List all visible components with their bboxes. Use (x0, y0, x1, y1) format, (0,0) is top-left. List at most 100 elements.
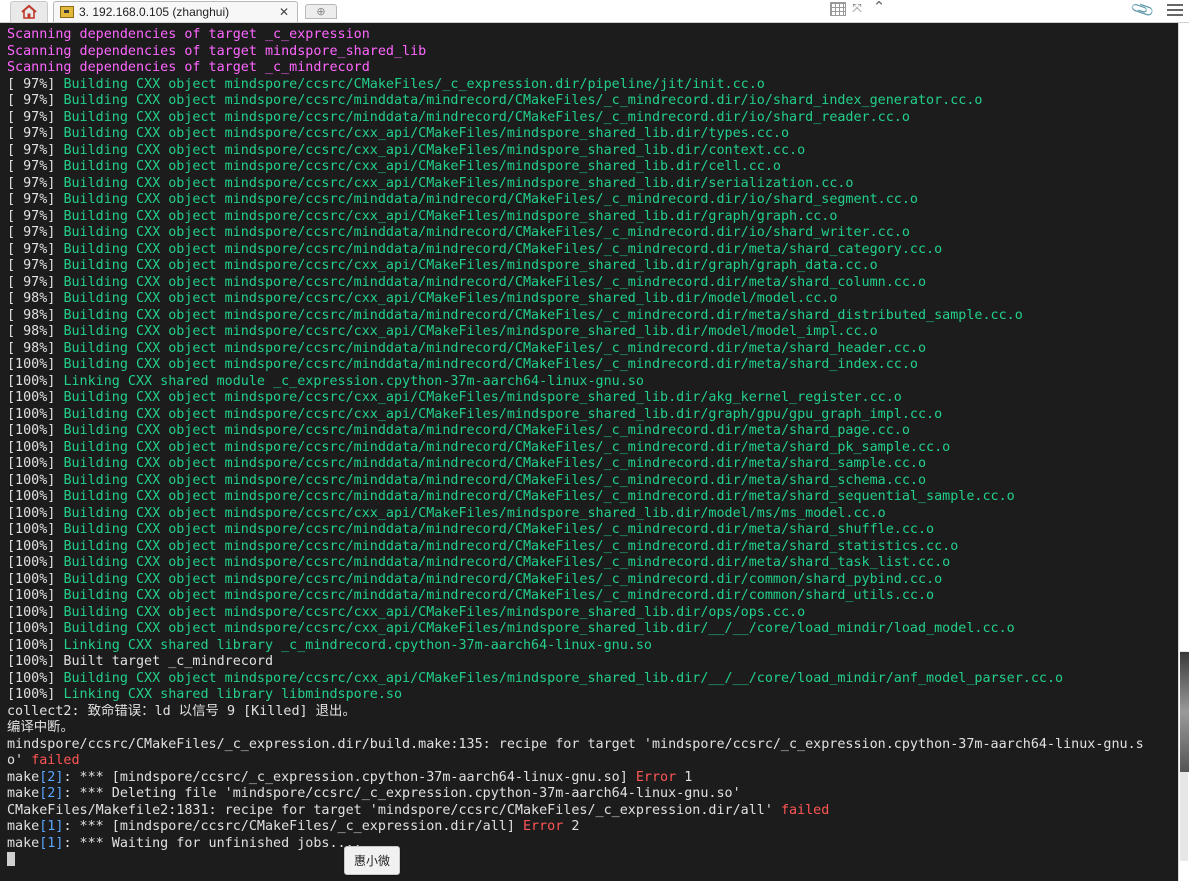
terminal-text-segment: [100%] (7, 472, 64, 488)
terminal-text-segment: [100%] (7, 357, 64, 372)
terminal-text-segment: [100%] (7, 522, 64, 537)
terminal-text-segment: Scanning dependencies of target mindspor… (7, 43, 427, 59)
terminal-text-segment: make (7, 835, 40, 851)
terminal-line: [100%] Building CXX object mindspore/ccs… (7, 423, 1178, 440)
terminal-text-segment: make (7, 769, 40, 785)
terminal-line: [ 97%] Building CXX object mindspore/ccs… (7, 209, 1178, 226)
home-icon (21, 4, 37, 19)
terminal-text-segment: [ 97%] (7, 258, 64, 273)
terminal-text-segment: : *** [mindspore/ccsrc/_c_expression.cpy… (63, 769, 636, 785)
terminal-text-segment: Building CXX object mindspore/ccsrc/mind… (63, 439, 951, 455)
terminal-text-segment: [ 97%] (7, 175, 64, 191)
terminal-text-segment: CMakeFiles/Makefile2:1831: recipe for ta… (7, 802, 781, 818)
terminal-line: Scanning dependencies of target _c_mindr… (7, 60, 1178, 77)
terminal-line: [ 97%] Building CXX object mindspore/ccs… (7, 143, 1178, 160)
terminal-text-segment: [100%] (7, 637, 64, 653)
paperclip-icon[interactable]: 📎 (1129, 0, 1156, 24)
terminal-line: [ 98%] Building CXX object mindspore/ccs… (7, 308, 1178, 325)
terminal-line: [100%] Building CXX object mindspore/ccs… (7, 506, 1178, 523)
terminal-prompt-line[interactable] (7, 852, 1178, 869)
terminal-text-segment: [ 97%] (7, 142, 64, 158)
tab-bar: 3. 192.168.0.105 (zhanghui) ✕ ⊕ ⤧ ⌃ 📎 (0, 0, 1189, 23)
terminal-text-segment: [ 97%] (7, 225, 64, 240)
terminal-text-segment: collect2: 致命错误：ld 以信号 9 [Killed] 退出。 (7, 703, 356, 719)
terminal-text-segment: : *** Waiting for unfinished jobs.... (63, 835, 362, 851)
terminal-text-segment: Building CXX object mindspore/ccsrc/mind… (63, 423, 910, 438)
terminal-text-segment: Linking CXX shared library libmindspore.… (63, 687, 403, 702)
terminal-line: [100%] Linking CXX shared library _c_min… (7, 638, 1178, 655)
terminal-line: [100%] Building CXX object mindspore/ccs… (7, 605, 1178, 622)
grid-icon[interactable] (830, 2, 846, 16)
terminal-text-segment: 编译中断。 (7, 720, 74, 735)
terminal-line: mindspore/ccsrc/CMakeFiles/_c_expression… (7, 737, 1178, 754)
terminal-line: [100%] Building CXX object mindspore/ccs… (7, 390, 1178, 407)
terminal-text-segment: failed (31, 753, 80, 768)
terminal-text-segment: Building CXX object mindspore/ccsrc/cxx_… (63, 670, 1064, 686)
terminal-text-segment: Building CXX object mindspore/ccsrc/cxx_… (63, 126, 790, 141)
terminal-text-segment: [ 97%] (7, 192, 64, 207)
home-tab[interactable] (10, 1, 48, 22)
terminal-text-segment: Building CXX object mindspore/ccsrc/cxx_… (63, 406, 943, 422)
terminal-output[interactable]: Scanning dependencies of target _c_expre… (0, 23, 1178, 881)
terminal-text-segment: Building CXX object mindspore/ccsrc/mind… (63, 93, 983, 108)
terminal-line: [100%] Building CXX object mindspore/ccs… (7, 555, 1178, 572)
terminal-line: [ 97%] Building CXX object mindspore/ccs… (7, 77, 1178, 94)
terminal-text-segment: [ 98%] (7, 291, 64, 306)
terminal-line: [100%] Building CXX object mindspore/ccs… (7, 357, 1178, 374)
terminal-line: [ 98%] Building CXX object mindspore/ccs… (7, 291, 1178, 308)
terminal-text-segment: Building CXX object mindspore/ccsrc/cxx_… (63, 175, 854, 191)
terminal-text-segment: Building CXX object mindspore/ccsrc/mind… (63, 472, 927, 488)
close-tab-icon[interactable]: ✕ (277, 5, 291, 19)
terminal-line: [ 97%] Building CXX object mindspore/ccs… (7, 192, 1178, 209)
terminal-text-segment: Building CXX object mindspore/ccsrc/cxx_… (63, 604, 806, 620)
session-tab[interactable]: 3. 192.168.0.105 (zhanghui) ✕ (53, 1, 298, 22)
terminal-text-segment: [100%] (7, 555, 64, 570)
terminal-text-segment: [1] (39, 819, 64, 834)
terminal-line: [ 97%] Building CXX object mindspore/ccs… (7, 110, 1178, 127)
terminal-line: [100%] Building CXX object mindspore/ccs… (7, 671, 1178, 688)
terminal-line: make[1]: *** Waiting for unfinished jobs… (7, 836, 1178, 853)
terminal-line: make[2]: *** [mindspore/ccsrc/_c_express… (7, 770, 1178, 787)
terminal-line: [ 97%] Building CXX object mindspore/ccs… (7, 159, 1178, 176)
terminal-line: [ 97%] Building CXX object mindspore/ccs… (7, 176, 1178, 193)
terminal-text-segment: Building CXX object mindspore/ccsrc/cxx_… (63, 159, 781, 174)
terminal-text-segment: Building CXX object mindspore/ccsrc/mind… (63, 307, 1023, 323)
terminal-line: Scanning dependencies of target mindspor… (7, 44, 1178, 61)
terminal-text-segment: [ 97%] (7, 93, 64, 108)
terminal-text-segment: [100%] (7, 505, 64, 521)
terminal-text-segment: [ 97%] (7, 76, 64, 92)
terminal-line: [100%] Linking CXX shared module _c_expr… (7, 374, 1178, 391)
terminal-text-segment: Building CXX object mindspore/ccsrc/cxx_… (63, 258, 878, 273)
hamburger-menu-icon[interactable] (1167, 4, 1183, 16)
terminal-cursor (7, 852, 15, 866)
terminal-line: o' failed (7, 753, 1178, 770)
terminal-text-segment: [ 97%] (7, 109, 64, 125)
terminal-text-segment: [100%] (7, 687, 64, 702)
session-tab-title: 3. 192.168.0.105 (zhanghui) (79, 5, 230, 19)
terminal-text-segment: [ 98%] (7, 324, 64, 339)
terminal-line: [100%] Building CXX object mindspore/ccs… (7, 456, 1178, 473)
terminal-lines: Scanning dependencies of target _c_expre… (7, 27, 1178, 869)
terminal-text-segment: [100%] (7, 439, 64, 455)
terminal-text-segment: Error (522, 819, 564, 834)
chevron-up-icon[interactable]: ⌃ (868, 0, 890, 15)
new-tab-button[interactable]: ⊕ (305, 4, 337, 19)
terminal-line: [100%] Linking CXX shared library libmin… (7, 687, 1178, 704)
ime-candidate-popup[interactable]: 惠小微 (344, 846, 400, 875)
terminal-text-segment: [100%] (7, 456, 64, 471)
expand-icon[interactable]: ⤧ (848, 0, 866, 16)
terminal-text-segment: Building CXX object mindspore/ccsrc/mind… (63, 456, 927, 471)
terminal-line: [ 97%] Building CXX object mindspore/ccs… (7, 258, 1178, 275)
terminal-text-segment: Building CXX object mindspore/ccsrc/mind… (63, 241, 943, 257)
terminal-text-segment: o' (7, 753, 32, 768)
terminal-text-segment: make (7, 819, 40, 834)
terminal-text-segment: [100%] (7, 621, 64, 636)
background-window-edge (1180, 652, 1189, 772)
terminal-text-segment: [100%] (7, 423, 64, 438)
terminal-text-segment: [ 97%] (7, 159, 64, 174)
terminal-text-segment: make (7, 786, 40, 801)
terminal-text-segment: Building CXX object mindspore/ccsrc/mind… (63, 538, 959, 554)
terminal-text-segment: Building CXX object mindspore/ccsrc/CMak… (63, 76, 765, 92)
terminal-text-segment: Building CXX object mindspore/ccsrc/mind… (63, 274, 927, 290)
terminal-text-segment: [100%] (7, 670, 64, 686)
